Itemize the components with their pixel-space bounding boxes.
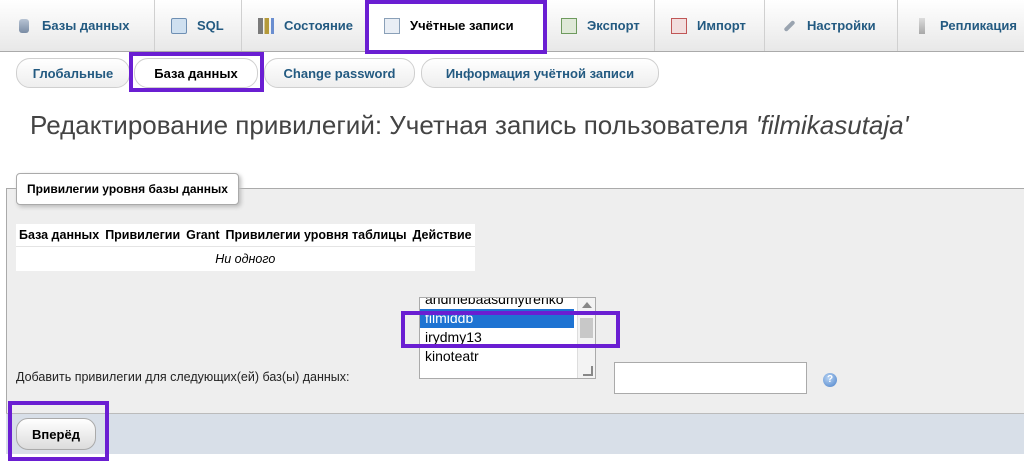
resize-grip-icon[interactable] bbox=[583, 366, 593, 376]
tab-sql[interactable]: SQL bbox=[155, 0, 242, 51]
tab-status-label: Состояние bbox=[284, 18, 354, 33]
import-icon bbox=[671, 17, 687, 34]
tab-sql-label: SQL bbox=[197, 18, 224, 33]
col-database: База данных bbox=[16, 224, 103, 247]
tab-replication-label: Репликация bbox=[940, 18, 1017, 33]
subtab-account-info[interactable]: Информация учётной записи bbox=[421, 58, 659, 88]
col-grant: Grant bbox=[183, 224, 223, 247]
tab-databases-label: Базы данных bbox=[42, 18, 130, 33]
tab-status[interactable]: Состояние bbox=[242, 0, 368, 51]
export-icon bbox=[561, 17, 577, 34]
col-table-privileges: Привилегии уровня таблицы bbox=[222, 224, 410, 247]
tab-user-accounts[interactable]: Учётные записи bbox=[368, 0, 545, 51]
tab-import[interactable]: Импорт bbox=[655, 0, 765, 51]
top-navigation: Базы данных SQL Состояние Учётные записи… bbox=[0, 0, 1024, 52]
database-icon bbox=[19, 18, 29, 33]
status-icon bbox=[258, 17, 274, 34]
subtab-database[interactable]: База данных bbox=[134, 58, 258, 88]
tab-export[interactable]: Экспорт bbox=[545, 0, 655, 51]
fieldset-legend: Привилегии уровня базы данных bbox=[16, 173, 239, 205]
page-title: Редактирование привилегий: Учетная запис… bbox=[30, 110, 909, 141]
empty-row-text: Ни одного bbox=[16, 246, 475, 271]
tab-settings-label: Настройки bbox=[807, 18, 876, 33]
tab-import-label: Импорт bbox=[697, 18, 746, 33]
scroll-up-arrow-icon[interactable] bbox=[582, 302, 592, 308]
db-option[interactable]: irydmy13 bbox=[420, 328, 595, 347]
db-option[interactable]: kinoteatr bbox=[420, 347, 595, 366]
form-footer bbox=[6, 413, 1024, 454]
scroll-thumb[interactable] bbox=[580, 318, 593, 338]
subtab-global[interactable]: Глобальные bbox=[16, 58, 130, 88]
db-option[interactable]: andmebaasdmytrenko bbox=[420, 298, 595, 309]
table-row: Ни одного bbox=[16, 246, 475, 271]
sql-icon bbox=[171, 17, 187, 34]
list-scrollbar[interactable] bbox=[577, 298, 595, 378]
tab-replication[interactable]: Репликация bbox=[898, 0, 1024, 51]
go-button[interactable]: Вперёд bbox=[16, 418, 96, 450]
table-header-row: База данных Привилегии Grant Привилегии … bbox=[16, 224, 475, 247]
help-icon[interactable]: ? bbox=[823, 373, 837, 387]
users-icon bbox=[384, 17, 400, 34]
tab-settings[interactable]: Настройки bbox=[765, 0, 898, 51]
tab-export-label: Экспорт bbox=[587, 18, 640, 33]
col-action: Действие bbox=[409, 224, 475, 247]
db-option-selected[interactable]: filmiddb bbox=[420, 309, 574, 328]
add-privileges-label: Добавить привилегии для следующих(ей) ба… bbox=[16, 370, 350, 384]
page-title-user: 'filmikasutaja' bbox=[755, 110, 909, 140]
subtab-change-password[interactable]: Change password bbox=[264, 58, 415, 88]
wrench-icon bbox=[781, 18, 797, 34]
replication-icon bbox=[919, 17, 925, 34]
privileges-table: База данных Привилегии Grant Привилегии … bbox=[16, 224, 475, 271]
tab-databases[interactable]: Базы данных bbox=[0, 0, 155, 51]
database-name-input[interactable] bbox=[614, 362, 807, 394]
col-privileges: Привилегии bbox=[102, 224, 184, 247]
tab-user-accounts-label: Учётные записи bbox=[410, 18, 514, 33]
database-select-list[interactable]: andmebaasdmytrenko filmiddb irydmy13 kin… bbox=[419, 297, 596, 379]
page-title-text: Редактирование привилегий: Учетная запис… bbox=[30, 110, 756, 140]
